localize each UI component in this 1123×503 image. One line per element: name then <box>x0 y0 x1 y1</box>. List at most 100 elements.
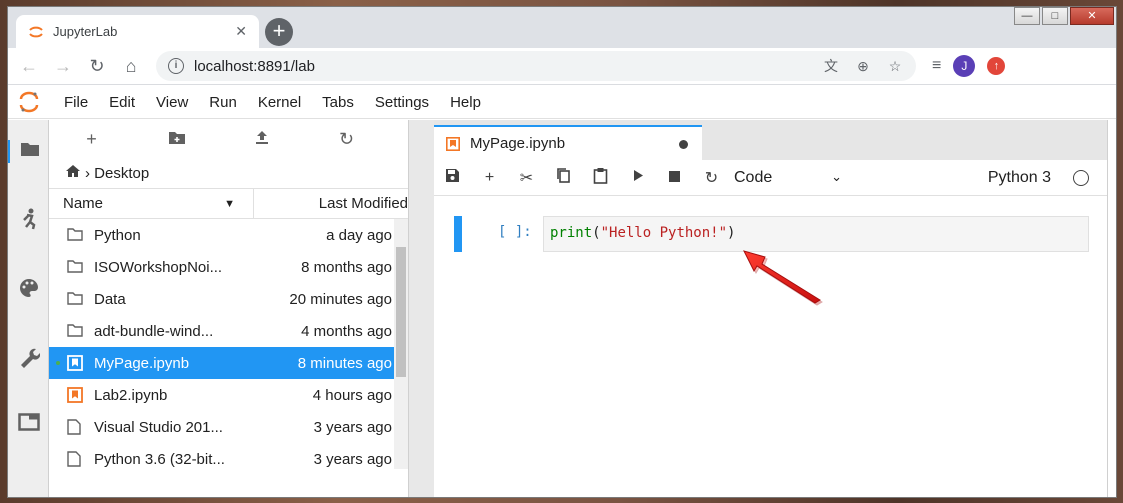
folder-icon[interactable] <box>8 140 49 163</box>
reload-icon[interactable]: ↻ <box>84 56 110 77</box>
file-modified: 3 years ago <box>313 450 392 468</box>
cut-icon[interactable]: ✂ <box>508 168 545 188</box>
site-info-icon[interactable]: i <box>168 58 184 74</box>
media-control-icon[interactable]: ≡ <box>932 57 941 75</box>
file-icon <box>67 419 83 435</box>
upload-icon[interactable] <box>219 129 304 150</box>
file-row[interactable]: MyPage.ipynb 8 minutes ago <box>49 347 408 379</box>
palette-icon[interactable] <box>8 278 49 303</box>
file-modified: 4 months ago <box>301 322 392 340</box>
browser-tabstrip: JupyterLab ✕ + — □ ✕ <box>8 7 1116 48</box>
browser-window: JupyterLab ✕ + — □ ✕ ← → ↻ ⌂ i localhost… <box>7 6 1117 498</box>
address-bar[interactable]: i localhost:8891/lab 文 ⊕ ☆ <box>156 51 916 81</box>
notebook-tab[interactable]: MyPage.ipynb <box>434 125 702 160</box>
breadcrumb-desktop[interactable]: Desktop <box>94 165 149 182</box>
address-url[interactable]: localhost:8891/lab <box>194 58 808 75</box>
back-arrow-icon[interactable]: ← <box>16 56 42 77</box>
tabs-icon[interactable] <box>8 412 49 437</box>
new-folder-icon[interactable] <box>134 129 219 150</box>
refresh-icon[interactable]: ↻ <box>304 129 389 150</box>
menu-edit[interactable]: Edit <box>109 94 135 111</box>
notebook-icon <box>446 136 460 151</box>
menu-settings[interactable]: Settings <box>375 94 429 111</box>
running-indicator-icon <box>56 361 60 365</box>
breadcrumb: › Desktop <box>49 158 408 188</box>
paste-icon[interactable] <box>582 167 619 189</box>
restart-icon[interactable]: ↻ <box>693 168 730 188</box>
column-name-label: Name <box>63 195 104 212</box>
jupyter-logo-icon <box>19 91 39 113</box>
file-browser: + ↻ › Desktop Name ▼ Last Modified Pytho… <box>49 120 408 497</box>
new-launcher-button[interactable]: + <box>49 129 134 150</box>
file-row[interactable]: Visual Studio 201... 3 years ago <box>49 411 408 443</box>
column-modified-label: Last Modified <box>318 195 408 212</box>
home-icon[interactable]: ⌂ <box>118 56 144 77</box>
close-window-button[interactable]: ✕ <box>1070 7 1114 25</box>
file-modified: 8 minutes ago <box>297 354 392 372</box>
scrollbar-thumb[interactable] <box>396 247 406 377</box>
home-folder-icon[interactable] <box>65 164 81 182</box>
profile-avatar[interactable]: J <box>953 55 976 77</box>
file-modified: 20 minutes ago <box>289 290 392 308</box>
annotation-arrow <box>743 250 823 306</box>
file-name: Visual Studio 201... <box>94 418 223 436</box>
bookmark-star-icon[interactable]: ☆ <box>886 58 904 75</box>
kernel-status-icon <box>1073 169 1089 186</box>
column-name-header[interactable]: Name ▼ <box>49 189 254 218</box>
code-open-paren: ( <box>592 225 601 241</box>
menu-tabs[interactable]: Tabs <box>322 94 354 111</box>
menu-help[interactable]: Help <box>450 94 481 111</box>
file-list-scrollbar[interactable] <box>394 219 408 469</box>
running-icon[interactable] <box>8 208 49 235</box>
tab-close-icon[interactable]: ✕ <box>235 23 247 40</box>
browser-tab-title: JupyterLab <box>53 24 118 39</box>
column-modified-header[interactable]: Last Modified <box>254 195 408 212</box>
jupyter-menubar: File Edit View Run Kernel Tabs Settings … <box>8 86 1116 119</box>
file-row[interactable]: ISOWorkshopNoi... 8 months ago <box>49 251 408 283</box>
unsaved-dot-icon[interactable] <box>679 140 688 149</box>
menu-file[interactable]: File <box>64 94 88 111</box>
minimize-button[interactable]: — <box>1014 7 1040 25</box>
new-tab-button[interactable]: + <box>265 18 293 46</box>
forward-arrow-icon[interactable]: → <box>50 56 76 77</box>
menu-kernel[interactable]: Kernel <box>258 94 301 111</box>
file-row[interactable]: Lab2.ipynb 4 hours ago <box>49 379 408 411</box>
save-icon[interactable] <box>434 168 471 188</box>
stop-icon[interactable] <box>656 169 693 187</box>
notebook-toolbar: + ✂ ↻ Code ⌄ Python 3 <box>434 160 1107 196</box>
copy-icon[interactable] <box>545 167 582 189</box>
file-name: ISOWorkshopNoi... <box>94 258 223 276</box>
file-modified: 8 months ago <box>301 258 392 276</box>
browser-toolbar: ← → ↻ ⌂ i localhost:8891/lab 文 ⊕ ☆ ≡ J ↑ <box>8 48 1116 85</box>
maximize-button[interactable]: □ <box>1042 7 1068 25</box>
run-icon[interactable] <box>619 169 656 187</box>
code-close-paren: ) <box>727 225 736 241</box>
update-icon[interactable]: ↑ <box>987 57 1006 75</box>
chevron-down-icon: ⌄ <box>831 168 842 184</box>
translate-icon[interactable]: 文 <box>822 56 840 76</box>
file-browser-toolbar: + ↻ <box>49 120 408 158</box>
wrench-icon[interactable] <box>8 346 49 373</box>
zoom-icon[interactable]: ⊕ <box>854 58 872 75</box>
folder-icon <box>67 227 83 243</box>
file-name: Data <box>94 290 126 308</box>
file-row[interactable]: adt-bundle-wind... 4 months ago <box>49 315 408 347</box>
folder-icon <box>67 291 83 307</box>
breadcrumb-separator: › <box>85 164 95 182</box>
file-row[interactable]: Data 20 minutes ago <box>49 283 408 315</box>
menu-view[interactable]: View <box>156 94 188 111</box>
kernel-name[interactable]: Python 3 <box>988 169 1051 187</box>
cell-collapser[interactable] <box>454 216 462 252</box>
window-controls: — □ ✕ <box>1012 7 1114 25</box>
insert-cell-icon[interactable]: + <box>471 169 508 187</box>
file-list-header: Name ▼ Last Modified <box>49 188 408 219</box>
file-row[interactable]: Python 3.6 (32-bit... 3 years ago <box>49 443 408 469</box>
panel-divider[interactable] <box>408 120 434 497</box>
file-modified: 4 hours ago <box>312 386 392 404</box>
cell-type-dropdown[interactable]: Code ⌄ <box>734 169 842 187</box>
notebook-icon <box>67 355 83 371</box>
browser-tab[interactable]: JupyterLab ✕ <box>16 15 259 48</box>
menu-run[interactable]: Run <box>209 94 237 111</box>
file-row[interactable]: Python a day ago <box>49 219 408 251</box>
file-modified: a day ago <box>326 226 392 244</box>
